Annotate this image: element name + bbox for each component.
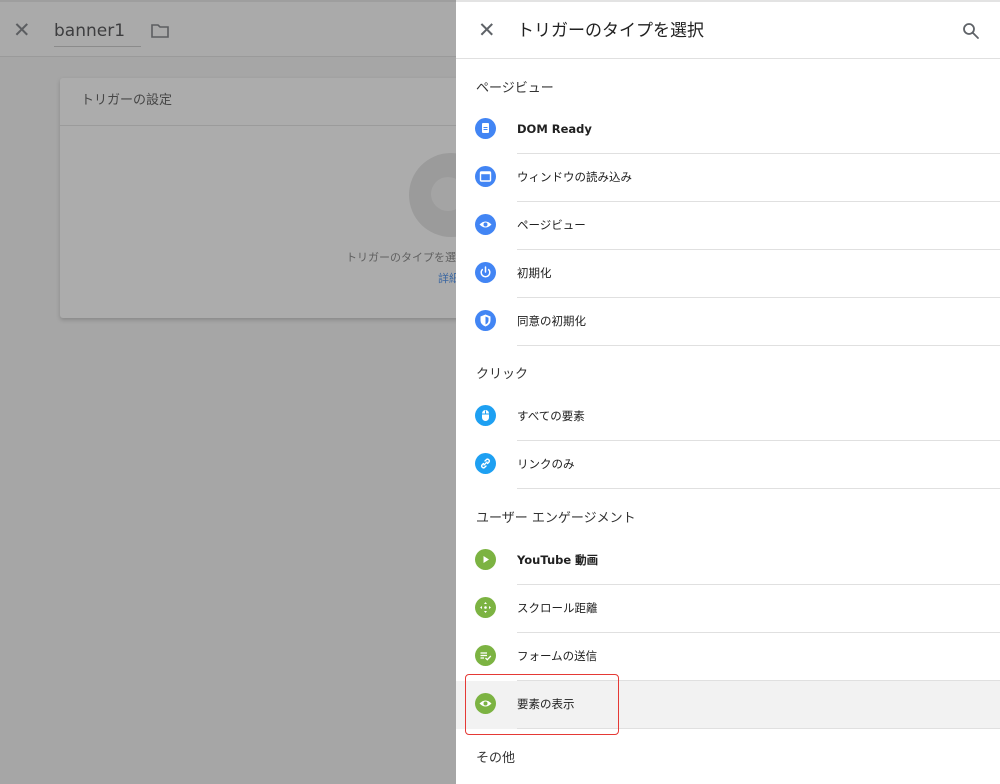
- trigger-item-window-loaded[interactable]: ウィンドウの読み込み: [456, 154, 1000, 202]
- trigger-item-label: ウィンドウの読み込み: [517, 170, 632, 184]
- section-click: クリック: [476, 367, 529, 382]
- trigger-item-label: フォームの送信: [517, 649, 598, 663]
- scroll-arrows-icon: [475, 597, 496, 618]
- trigger-item-consent-initialization[interactable]: 同意の初期化: [456, 298, 1000, 346]
- trigger-item-label: 同意の初期化: [517, 314, 586, 328]
- trigger-type-panel: ✕ トリガーのタイプを選択 ページビュー DOM Ready ウィンドウの読み込…: [456, 0, 1000, 784]
- section-user-engagement: ユーザー エンゲージメント: [476, 511, 636, 526]
- shield-icon: [475, 310, 496, 331]
- trigger-item-label: 初期化: [517, 266, 552, 280]
- trigger-item-label: すべての要素: [517, 409, 585, 423]
- row-divider: [517, 488, 1000, 489]
- row-divider: [517, 345, 1000, 346]
- trigger-item-just-links[interactable]: リンクのみ: [456, 441, 1000, 489]
- trigger-item-all-elements[interactable]: すべての要素: [456, 393, 1000, 441]
- trigger-item-dom-ready[interactable]: DOM Ready: [456, 106, 1000, 154]
- trigger-item-page-view[interactable]: ページビュー: [456, 202, 1000, 250]
- section-other: その他: [476, 751, 516, 766]
- trigger-item-label: スクロール距離: [517, 601, 598, 615]
- trigger-item-label: ページビュー: [517, 218, 586, 232]
- trigger-item-label: リンクのみ: [517, 457, 575, 471]
- mouse-icon: [475, 405, 496, 426]
- close-icon[interactable]: ✕: [478, 18, 496, 42]
- eye-icon: [475, 214, 496, 235]
- trigger-item-initialization[interactable]: 初期化: [456, 250, 1000, 298]
- panel-header: ✕ トリガーのタイプを選択: [456, 2, 1000, 59]
- trigger-item-youtube-video[interactable]: YouTube 動画: [456, 537, 1000, 585]
- power-icon: [475, 262, 496, 283]
- highlight-box: [465, 674, 619, 735]
- play-icon: [475, 549, 496, 570]
- window-icon: [475, 166, 496, 187]
- link-icon: [475, 453, 496, 474]
- panel-title: トリガーのタイプを選択: [517, 21, 704, 41]
- trigger-item-label: YouTube 動画: [517, 553, 599, 567]
- search-icon[interactable]: [962, 22, 980, 40]
- section-pageview: ページビュー: [476, 81, 554, 96]
- form-check-icon: [475, 645, 496, 666]
- document-icon: [475, 118, 496, 139]
- trigger-item-label: DOM Ready: [517, 122, 592, 136]
- trigger-item-scroll-depth[interactable]: スクロール距離: [456, 585, 1000, 633]
